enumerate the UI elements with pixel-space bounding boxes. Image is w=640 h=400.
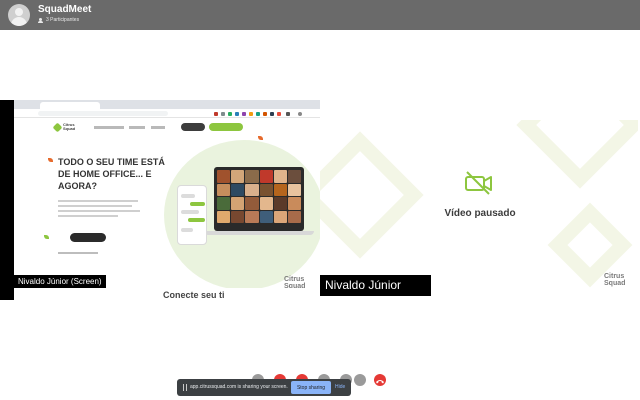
- chat-bubble: [190, 202, 205, 206]
- phone-mockup: [177, 185, 207, 245]
- user-avatar[interactable]: [8, 4, 30, 26]
- extension-icon: [228, 112, 232, 116]
- participants-count[interactable]: 3 Participantes: [38, 17, 79, 23]
- laptop-base: [204, 231, 314, 235]
- citrus-watermark: Citrus Squad: [604, 273, 626, 287]
- site-login-button: [181, 123, 205, 131]
- extension-icon: [221, 112, 225, 116]
- browser-toolbar: [14, 109, 320, 118]
- extension-icon: [242, 112, 246, 116]
- hide-banner-button[interactable]: Hide: [335, 379, 345, 396]
- extension-icon: [286, 112, 290, 116]
- pause-icon: [183, 384, 187, 391]
- more-button[interactable]: [354, 374, 366, 386]
- camera-name-label: Nivaldo Júnior: [320, 275, 431, 296]
- background-shape: [516, 120, 638, 189]
- stop-sharing-button[interactable]: Stop sharing: [291, 381, 331, 394]
- browser-address-bar: [38, 111, 168, 116]
- site-nav-link: [129, 126, 145, 129]
- screen-share-name-label: Nivaldo Júnior (Screen): [14, 275, 106, 288]
- chat-bubble: [181, 194, 195, 198]
- screen-share-tile[interactable]: Citrus Squad TODO O SEU TIME ESTÁ DE HOM…: [0, 100, 320, 300]
- app-title: SquadMeet: [38, 4, 92, 15]
- avatar-head: [15, 8, 23, 16]
- video-paused-text: Vídeo pausado: [444, 208, 516, 219]
- video-off-icon: [464, 170, 494, 196]
- leaf-decoration: [44, 235, 49, 239]
- extension-icon: [270, 112, 274, 116]
- background-shape: [320, 131, 424, 259]
- citrus-logo-text: Citrus Squad: [63, 122, 76, 131]
- chat-bubble: [181, 210, 199, 214]
- citrus-logo: Citrus Squad: [52, 122, 76, 134]
- page-bottom-text: Conecte seu ti: [163, 290, 225, 300]
- site-nav-link: [94, 126, 124, 129]
- chat-bubble: [181, 228, 193, 232]
- profile-icon: [298, 112, 302, 116]
- browser-tab-bar: [14, 100, 320, 109]
- video-grid-mockup: [217, 170, 301, 223]
- screen-sharing-banner: app.citrussquad.com is sharing your scre…: [177, 379, 351, 396]
- laptop-mockup: [214, 167, 304, 231]
- meeting-window: SquadMeet 3 Participantes Citrus Squad T…: [0, 0, 640, 400]
- hero-text-line: [58, 215, 118, 217]
- extension-icon: [214, 112, 218, 116]
- leaf-decoration: [48, 158, 53, 162]
- hang-up-icon: [376, 380, 384, 384]
- participants-icon: [38, 17, 44, 23]
- browser-tab: [40, 102, 100, 109]
- shared-browser-window: Citrus Squad TODO O SEU TIME ESTÁ DE HOM…: [14, 100, 320, 300]
- hero-text-line: [58, 200, 138, 202]
- extension-icon: [249, 112, 253, 116]
- extension-icon: [277, 112, 281, 116]
- extension-icon: [263, 112, 267, 116]
- participants-label: 3 Participantes: [46, 17, 80, 23]
- extension-icon: [235, 112, 239, 116]
- hero-cta-button: [70, 233, 106, 242]
- leaf-decoration: [258, 136, 263, 140]
- hero-heading: TODO O SEU TIME ESTÁ DE HOME OFFICE... E…: [58, 157, 165, 191]
- extension-icon: [256, 112, 260, 116]
- sharing-message: app.citrussquad.com is sharing your scre…: [190, 384, 288, 390]
- hang-up-button[interactable]: [374, 374, 386, 386]
- site-nav-link: [151, 126, 165, 129]
- avatar-body: [11, 17, 27, 26]
- chat-bubble: [188, 218, 205, 222]
- site-signup-button: [209, 123, 243, 131]
- hero-link: [58, 252, 98, 254]
- hero-text-line: [58, 205, 132, 207]
- page-bottom-strip: Conecte seu ti: [28, 288, 320, 300]
- citrus-logo-mark: [52, 122, 63, 133]
- camera-tile[interactable]: Vídeo pausado Nivaldo Júnior Citrus Squa…: [320, 120, 638, 300]
- hero-text-line: [58, 210, 140, 212]
- app-header: SquadMeet 3 Participantes: [0, 0, 640, 30]
